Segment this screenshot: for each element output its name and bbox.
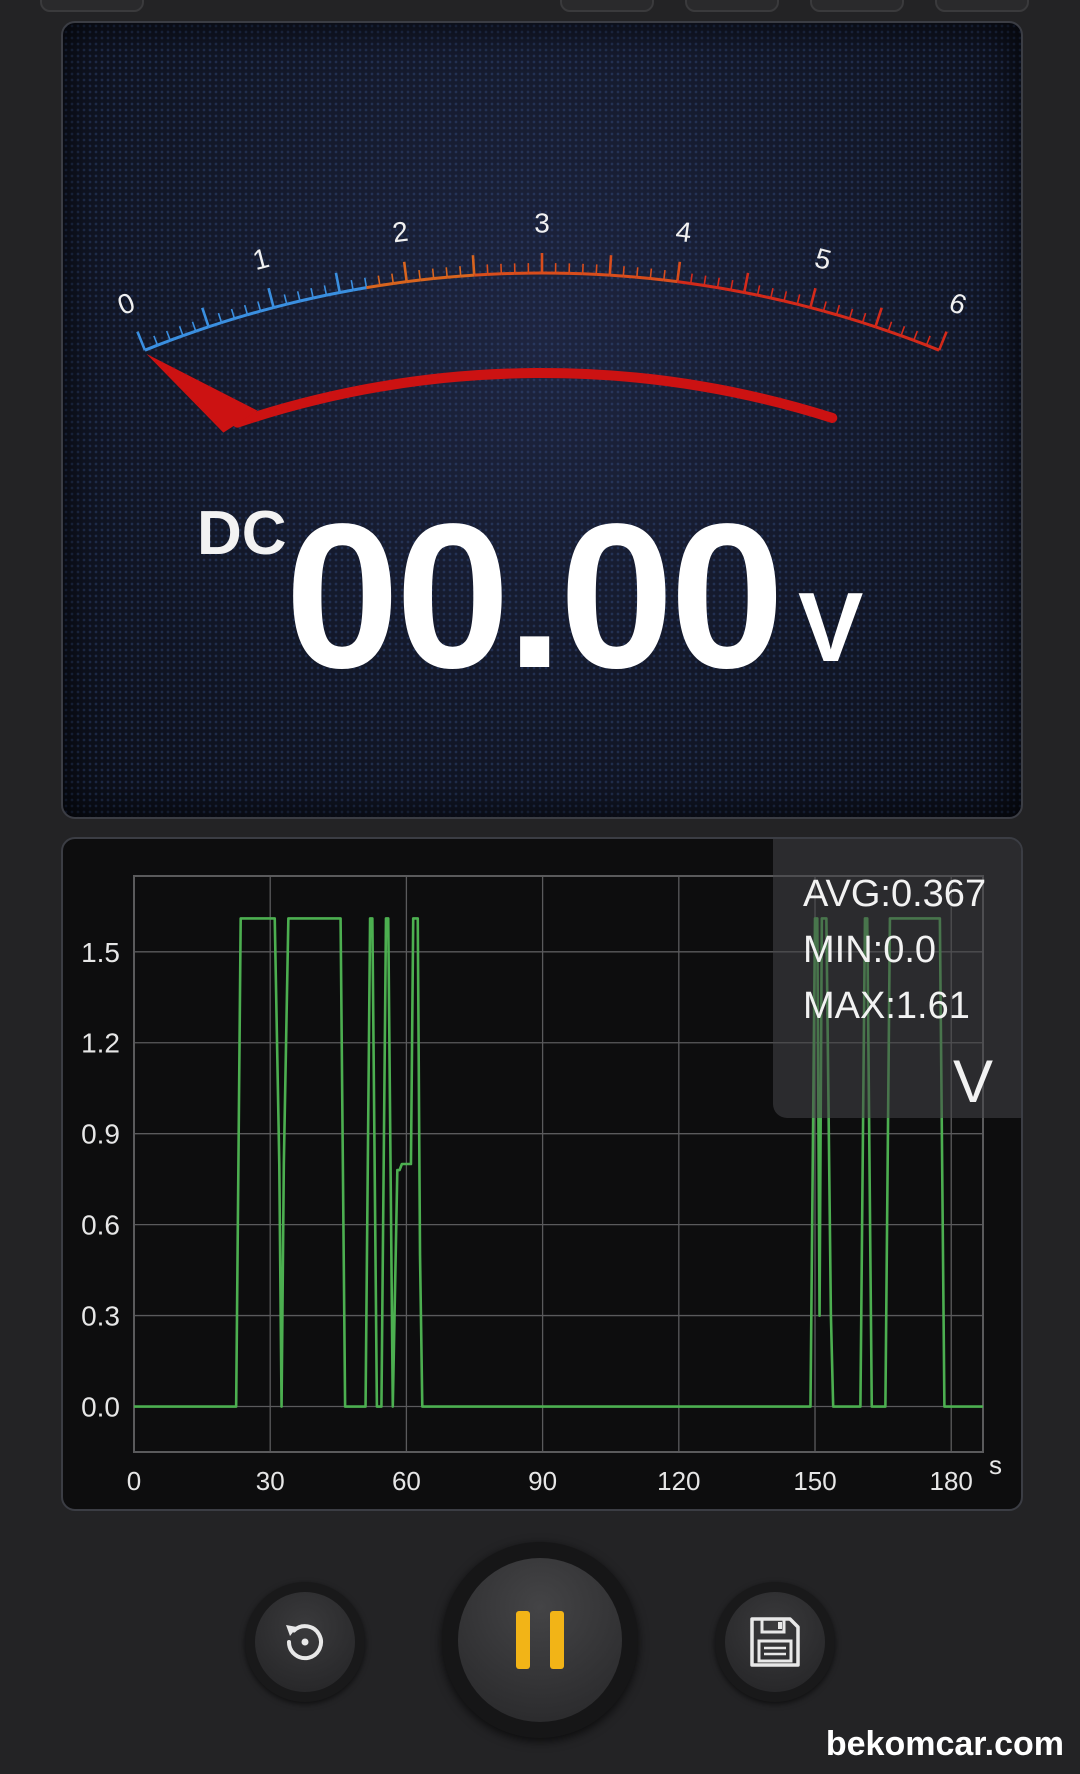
max-stat: MAX:1.61 — [803, 985, 970, 1027]
save-icon — [750, 1617, 800, 1667]
y-tick-label: 0.6 — [81, 1210, 120, 1241]
stats-unit: V — [952, 1048, 993, 1115]
x-tick-label: 30 — [256, 1466, 285, 1496]
x-tick-label: 120 — [657, 1466, 700, 1496]
x-axis-unit: s — [989, 1450, 1002, 1480]
x-tick-label: 60 — [392, 1466, 421, 1496]
trend-chart: 0.0 0.3 0.6 0.9 1.2 1.5 0 30 60 90 120 150 180 s AVG:… — [61, 837, 1023, 1511]
y-tick-label: 1.2 — [81, 1028, 120, 1059]
digital-readout: DC 00.00 V — [63, 23, 1021, 817]
y-tick-label: 0.3 — [81, 1301, 120, 1332]
x-tick-label: 0 — [127, 1466, 141, 1496]
reset-button[interactable] — [245, 1582, 365, 1702]
watermark: bekomcar.com — [825, 1725, 1064, 1763]
pause-button[interactable] — [442, 1542, 638, 1738]
reading-value: 00.00 — [285, 481, 785, 711]
top-tab[interactable] — [935, 0, 1029, 12]
x-tick-label: 90 — [528, 1466, 557, 1496]
top-tab[interactable] — [810, 0, 904, 12]
min-stat: MIN:0.0 — [803, 929, 937, 971]
top-tab[interactable] — [685, 0, 779, 12]
save-button[interactable] — [715, 1582, 835, 1702]
y-tick-label: 0.9 — [81, 1119, 120, 1150]
mode-label: DC — [197, 499, 287, 568]
top-tab[interactable] — [560, 0, 654, 12]
y-tick-label: 1.5 — [81, 937, 120, 968]
reset-icon — [286, 1624, 323, 1661]
avg-stat: AVG:0.367 — [803, 873, 987, 915]
top-tab[interactable] — [40, 0, 144, 12]
stats-overlay: AVG:0.367 MIN:0.0 MAX:1.61 V — [773, 839, 1021, 1118]
reading-unit: V — [798, 572, 864, 682]
y-tick-label: 0.0 — [81, 1392, 120, 1423]
meter-panel: 0123456 DC 00.00 V — [61, 21, 1023, 819]
x-tick-label: 180 — [930, 1466, 973, 1496]
x-tick-label: 150 — [793, 1466, 836, 1496]
pause-icon — [516, 1611, 564, 1669]
